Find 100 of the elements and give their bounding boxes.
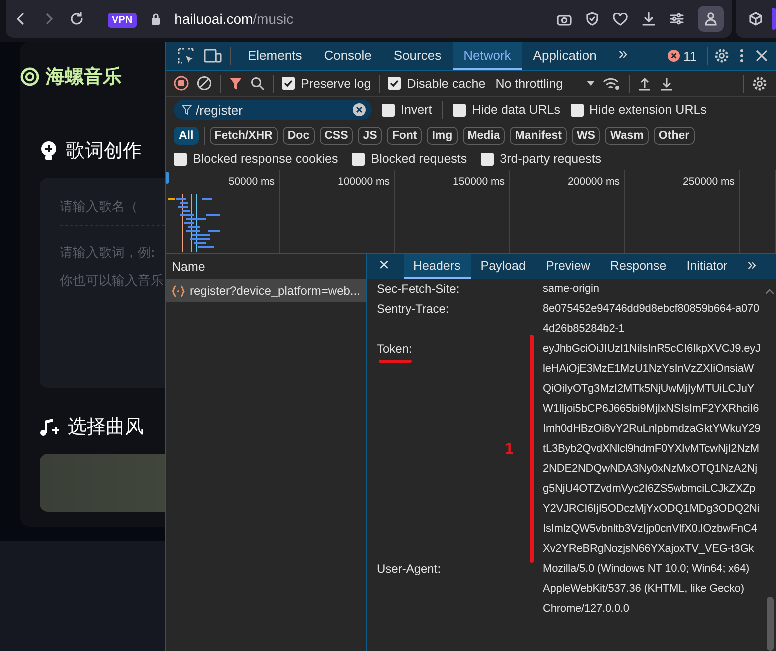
type-filter-chip[interactable]: Img (427, 126, 458, 144)
option-label[interactable]: Hide extension URLs (590, 103, 707, 117)
checkbox[interactable] (481, 152, 494, 166)
shield-icon[interactable] (586, 12, 599, 26)
vpn-badge[interactable]: VPN (108, 13, 137, 28)
lyrics-field[interactable]: 请输入歌词，例: 你也可以输入音乐 (60, 240, 165, 330)
devtools-tab[interactable]: Elements (237, 42, 314, 70)
close-icon[interactable] (756, 50, 768, 62)
checkbox[interactable] (174, 152, 187, 166)
detail-tab[interactable]: Preview (536, 254, 600, 279)
waterfall-overview-drawing (168, 194, 220, 252)
person-icon (705, 12, 717, 26)
scrollbar-thumb[interactable] (767, 597, 774, 651)
option-label[interactable]: Preserve log (301, 76, 372, 90)
section-title: 选择曲风 (68, 416, 144, 440)
option-label[interactable]: 3rd-party requests (500, 152, 602, 166)
caret-icon (587, 81, 596, 86)
checkbox[interactable] (388, 77, 402, 90)
type-filter-chip[interactable]: Media (462, 126, 506, 144)
filter-icon (182, 105, 192, 115)
checkbox[interactable] (382, 104, 395, 116)
heart-icon[interactable] (613, 12, 628, 26)
export-icon[interactable] (660, 76, 674, 90)
close-button[interactable]: × (377, 254, 404, 279)
throttling-dropdown[interactable]: No throttling (494, 76, 596, 90)
option-label[interactable]: Blocked requests (371, 152, 468, 166)
option-label[interactable]: Blocked response cookies (193, 152, 338, 166)
header-value: same-origin (543, 283, 600, 295)
devtools-tab[interactable]: Network (452, 42, 522, 70)
network-conditions-icon[interactable] (603, 76, 622, 90)
settings-icon[interactable] (714, 48, 730, 64)
devtools-tab[interactable]: Sources (382, 42, 453, 70)
address-field[interactable]: hailuoai.com/music (174, 11, 543, 27)
checkbox[interactable] (352, 152, 366, 166)
checkbox[interactable] (453, 104, 466, 116)
filter-icon[interactable] (229, 76, 243, 90)
time-tick-label: 50000 ms (228, 176, 275, 188)
lock-icon (150, 12, 161, 26)
device-toolbar-icon[interactable] (204, 48, 222, 64)
type-filter-chip[interactable]: Manifest (510, 126, 567, 144)
cube-icon[interactable] (749, 12, 763, 26)
check-icon (283, 78, 294, 89)
logo-text[interactable]: 海螺音乐 (46, 64, 122, 90)
inspect-icon[interactable] (178, 48, 194, 64)
clear-icon[interactable] (197, 76, 212, 91)
header-value: eyJhbGciOiJIUzI1NiIsInR5cCI6IkpXVCJ9.eyJleHAiOjE3MzE1MzU1NzYsInVzZXIiOnsiaWQiOiIyOTg3MzI2MTk5NjUwMjIyMTUiLCJuYW1lIjoi5bCP6J665bi9MjIxNSIsImF2YXRhciI6Imh0dHBzOi8vY2RuLnlpbmdzaGktYWkuY29tL3Byb2QvdXNlcl9hdmF0YXIvMTcwNjI2NzM2NDE2NDQwNDA3Ny0xNzMxOTQ1NzA2Njg5NjU4OTZvdmVyc2I6ZS5wbmciLCJkZXZpY2VJRCI6IjI5ODczMjYxODQ1MDg3ODQ2NiIsImlzQW5vbnltb3VzIjp0cnVlfX0.lOzbwFnC4Xv2YReBRgNozjsN66YXajoxTV_VEG-t3Gk (543, 343, 761, 555)
type-filter-chip[interactable]: CSS (320, 126, 354, 144)
stop-recording-icon[interactable] (174, 76, 189, 91)
type-filter-chip[interactable]: JS (358, 126, 382, 144)
option-label[interactable]: Disable cache (407, 76, 486, 90)
scroll-up-icon (766, 289, 774, 294)
profile-button[interactable] (698, 6, 724, 32)
json-braces-icon (172, 284, 185, 298)
type-filter-chip[interactable]: All (174, 126, 199, 144)
header-value: Mozilla/5.0 (Windows NT 10.0; Win64; x64) AppleWebKit/537.36 (KHTML, like Gecko) Chrome/127.0.0.0 (543, 563, 750, 615)
clear-filter-icon[interactable] (353, 104, 366, 116)
network-settings-icon[interactable] (752, 76, 768, 92)
error-icon (668, 50, 680, 62)
section-title: 歌词创作 (66, 140, 142, 164)
sliders-icon[interactable] (670, 12, 684, 26)
download-icon[interactable] (642, 12, 656, 26)
checkbox[interactable] (282, 77, 295, 90)
range-handle[interactable] (166, 172, 169, 184)
detail-tab[interactable]: Initiator (676, 254, 738, 279)
more-tabs-button[interactable]: » (738, 254, 767, 279)
time-tick-label: 150000 ms (453, 176, 505, 188)
time-tick-label: 200000 ms (568, 176, 620, 188)
error-count-badge[interactable]: 11 (668, 48, 707, 64)
type-filter-chip[interactable]: WS (572, 126, 600, 144)
devtools-tab[interactable]: Application (522, 42, 608, 70)
lyrics-input-panel[interactable]: 请输入歌名（ 请输入歌词，例: 你也可以输入音乐 (40, 178, 165, 388)
check-icon (389, 78, 400, 89)
devtools-tab[interactable]: Console (313, 42, 383, 70)
option-label[interactable]: Invert (401, 103, 432, 117)
search-icon[interactable] (251, 76, 265, 90)
filter-field[interactable]: /register (174, 100, 372, 120)
snail-logo-icon (20, 67, 40, 87)
option-label[interactable]: Hide data URLs (472, 103, 561, 117)
checkbox[interactable] (570, 104, 584, 116)
type-filter-chip[interactable]: Doc (282, 126, 315, 144)
header-name: Sentry-Trace: (377, 301, 450, 318)
type-filter-chip[interactable]: Other (654, 126, 695, 144)
type-filter-chip[interactable]: Wasm (605, 126, 649, 144)
detail-tab[interactable]: Response (600, 254, 677, 279)
detail-tab[interactable]: Payload (470, 254, 536, 279)
time-tick-label: 250000 ms (683, 176, 735, 188)
header-name: User-Agent: (377, 561, 442, 578)
bulb-plus-icon (40, 141, 58, 161)
more-tabs-button[interactable]: » (608, 42, 639, 70)
detail-tab[interactable]: Headers (404, 254, 471, 279)
time-tick-label: 100000 ms (338, 176, 390, 188)
reload-icon[interactable] (70, 12, 84, 26)
request-row[interactable]: register?device_platform=web... (166, 280, 366, 302)
music-note-icon (40, 418, 60, 436)
type-filter-chip[interactable]: Font (387, 126, 422, 144)
more-options-icon[interactable] (740, 49, 744, 63)
annotation-number: 1 (505, 440, 514, 460)
type-filter-chip[interactable]: Fetch/XHR (210, 126, 278, 144)
import-icon[interactable] (638, 76, 652, 90)
camera-icon[interactable] (557, 12, 572, 26)
